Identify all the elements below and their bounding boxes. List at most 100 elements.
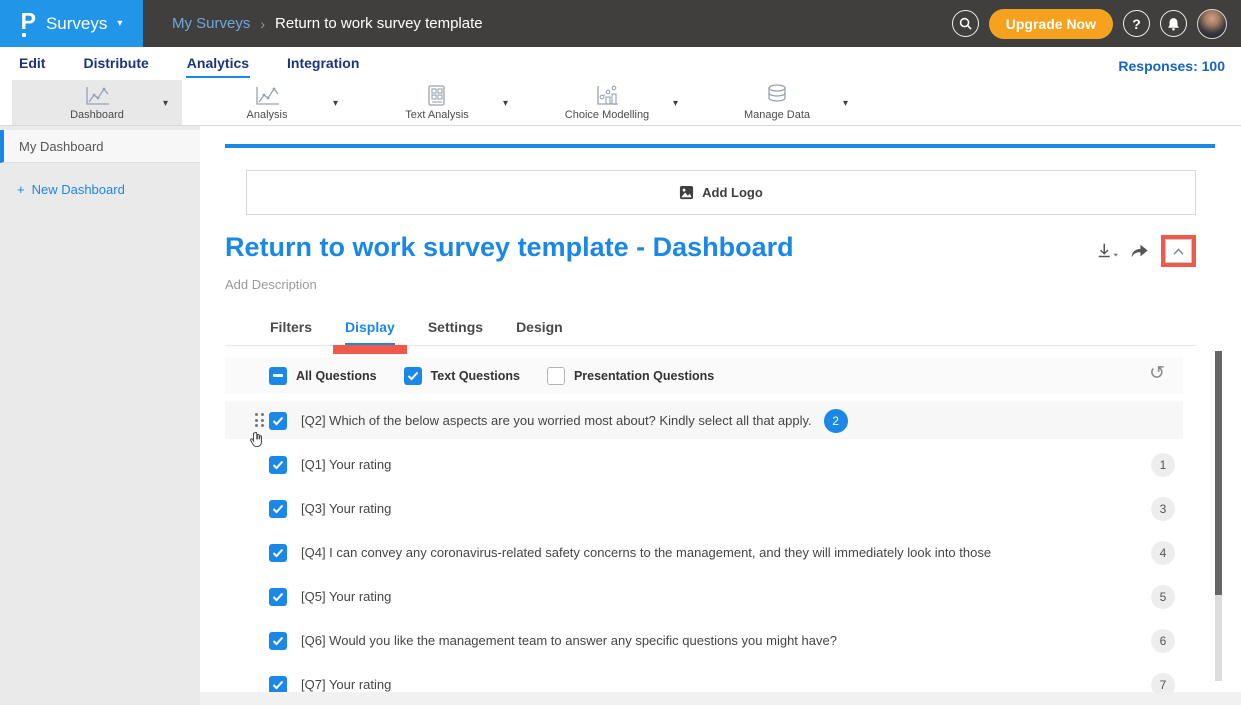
question-filter-bar: All Questions Text Questions Presentation … — [225, 357, 1183, 394]
bell-icon — [1167, 17, 1180, 31]
chevron-down-icon[interactable]: ▾ — [843, 99, 848, 109]
responses-count[interactable]: Responses: 100 — [1118, 58, 1225, 80]
tab-filters[interactable]: Filters — [270, 319, 312, 345]
nav-item-edit[interactable]: Edit — [18, 49, 46, 78]
page-title: Return to work survey template - Dashboa… — [225, 231, 794, 263]
line-chart-icon — [253, 85, 281, 107]
filter-checkbox-all-questions[interactable] — [269, 367, 287, 385]
chevron-down-icon[interactable]: ▾ — [673, 99, 678, 109]
scrollbar-thumb[interactable] — [1215, 351, 1222, 595]
list-scrollbar[interactable] — [1215, 351, 1222, 681]
toolbar-item-text-analysis[interactable]: Text Analysis▾ — [352, 80, 522, 125]
download-button[interactable] — [1096, 241, 1118, 261]
product-switcher[interactable]: P Surveys ▾ — [0, 0, 143, 47]
question-row[interactable]: [Q5] Your rating5 — [225, 578, 1183, 615]
check-icon — [272, 416, 284, 426]
upgrade-now-button[interactable]: Upgrade Now — [989, 9, 1113, 39]
question-row[interactable]: [Q6] Would you like the management team … — [225, 622, 1183, 659]
nav-item-analytics[interactable]: Analytics — [186, 49, 250, 78]
new-dashboard-button[interactable]: + New Dashboard — [17, 182, 200, 197]
accent-divider — [225, 144, 1215, 148]
question-label: [Q6] Would you like the management team … — [301, 633, 837, 648]
question-checkbox[interactable] — [269, 632, 287, 650]
chevron-down-icon[interactable]: ▾ — [503, 99, 508, 109]
help-button[interactable]: ? — [1123, 10, 1150, 37]
toolbar-item-manage-data[interactable]: Manage Data ▾ — [692, 80, 862, 125]
nav-item-integration[interactable]: Integration — [286, 49, 360, 78]
add-description-field[interactable]: Add Description — [225, 277, 1215, 292]
check-icon — [272, 460, 284, 470]
user-avatar[interactable] — [1197, 9, 1227, 39]
annotation-highlight-box — [1161, 235, 1196, 267]
text-analysis-icon — [427, 85, 447, 107]
question-order-badge: 6 — [1151, 629, 1175, 653]
breadcrumb-my-surveys[interactable]: My Surveys — [172, 15, 250, 32]
toolbar-item-choice-modelling[interactable]: Choice Modelling▾ — [522, 80, 692, 125]
tab-design[interactable]: Design — [516, 319, 563, 345]
question-checkbox[interactable] — [269, 676, 287, 694]
question-checkbox[interactable] — [269, 412, 287, 430]
reset-order-button[interactable]: ↺ — [1149, 364, 1165, 383]
check-icon — [272, 636, 284, 646]
chevron-down-icon[interactable]: ▾ — [333, 99, 338, 109]
question-checkbox[interactable] — [269, 588, 287, 606]
filter-label: Text Questions — [431, 369, 520, 383]
toolbar-item-label: Manage Data — [744, 109, 810, 121]
filter-text-questions[interactable]: Text Questions — [404, 367, 520, 385]
minus-icon — [273, 374, 283, 377]
question-row[interactable]: [Q1] Your rating1 — [225, 446, 1183, 483]
question-label: [Q5] Your rating — [301, 589, 391, 604]
sidebar-item-label: My Dashboard — [19, 139, 104, 154]
new-dashboard-label: New Dashboard — [32, 182, 125, 197]
tab-display[interactable]: Display — [345, 319, 395, 345]
question-row[interactable]: [Q4] I can convey any coronavirus-relate… — [225, 534, 1183, 571]
share-icon — [1130, 243, 1149, 260]
share-button[interactable] — [1130, 243, 1149, 260]
question-order-badge: 1 — [1151, 453, 1175, 477]
filter-checkbox-text-questions[interactable] — [404, 367, 422, 385]
analytics-toolbar: Dashboard▾Analysis▾Text Analysis▾Choice … — [0, 80, 1241, 126]
download-icon — [1096, 241, 1118, 261]
annotation-red-bar — [333, 345, 407, 354]
question-label: [Q3] Your rating — [301, 501, 391, 516]
drag-handle-icon[interactable] — [255, 413, 264, 427]
question-checkbox[interactable] — [269, 500, 287, 518]
add-logo-button[interactable]: Add Logo — [246, 170, 1196, 215]
header-actions: Upgrade Now ? — [952, 9, 1241, 39]
filter-checkbox-presentation-questions[interactable] — [547, 367, 565, 385]
title-row: Return to work survey template - Dashboa… — [225, 231, 1215, 267]
collapse-header-button[interactable] — [1165, 239, 1192, 263]
check-icon — [272, 592, 284, 602]
dashboard-tabs: Filters Display Settings Design — [270, 319, 1215, 345]
toolbar-item-dashboard[interactable]: Dashboard▾ — [12, 80, 182, 125]
filter-all-questions[interactable]: All Questions — [269, 367, 377, 385]
filter-label: Presentation Questions — [574, 369, 714, 383]
question-row[interactable]: [Q2] Which of the below aspects are you … — [225, 402, 1183, 439]
toolbar-item-analysis[interactable]: Analysis ▾ — [182, 80, 352, 125]
scrollbar-track — [1215, 595, 1222, 681]
search-button[interactable] — [952, 10, 979, 37]
search-icon — [959, 17, 972, 30]
tab-settings[interactable]: Settings — [428, 319, 483, 345]
check-icon — [272, 680, 284, 690]
product-label: Surveys — [46, 14, 107, 34]
question-checkbox[interactable] — [269, 456, 287, 474]
check-icon — [272, 504, 284, 514]
question-order-badge: 3 — [1151, 497, 1175, 521]
chevron-down-icon[interactable]: ▾ — [163, 99, 168, 109]
nav-item-distribute[interactable]: Distribute — [82, 49, 149, 78]
filter-presentation-questions[interactable]: Presentation Questions — [547, 367, 714, 385]
sidebar-item-my-dashboard[interactable]: My Dashboard — [0, 130, 200, 163]
questionpro-logo-icon: P — [21, 10, 36, 37]
toolbar-item-label: Analysis — [247, 109, 288, 121]
image-icon — [679, 185, 694, 200]
question-label: [Q4] I can convey any coronavirus-relate… — [301, 545, 991, 560]
question-checkbox[interactable] — [269, 544, 287, 562]
notifications-button[interactable] — [1160, 10, 1187, 37]
bottom-gutter — [200, 692, 1241, 705]
survey-nav: Edit Distribute Analytics Integration Respo… — [0, 47, 1241, 80]
dashboard-sidebar: My Dashboard + New Dashboard — [0, 126, 200, 705]
question-row[interactable]: [Q3] Your rating 3 — [225, 490, 1183, 527]
choice-modelling-icon — [594, 85, 620, 107]
check-icon — [272, 548, 284, 558]
